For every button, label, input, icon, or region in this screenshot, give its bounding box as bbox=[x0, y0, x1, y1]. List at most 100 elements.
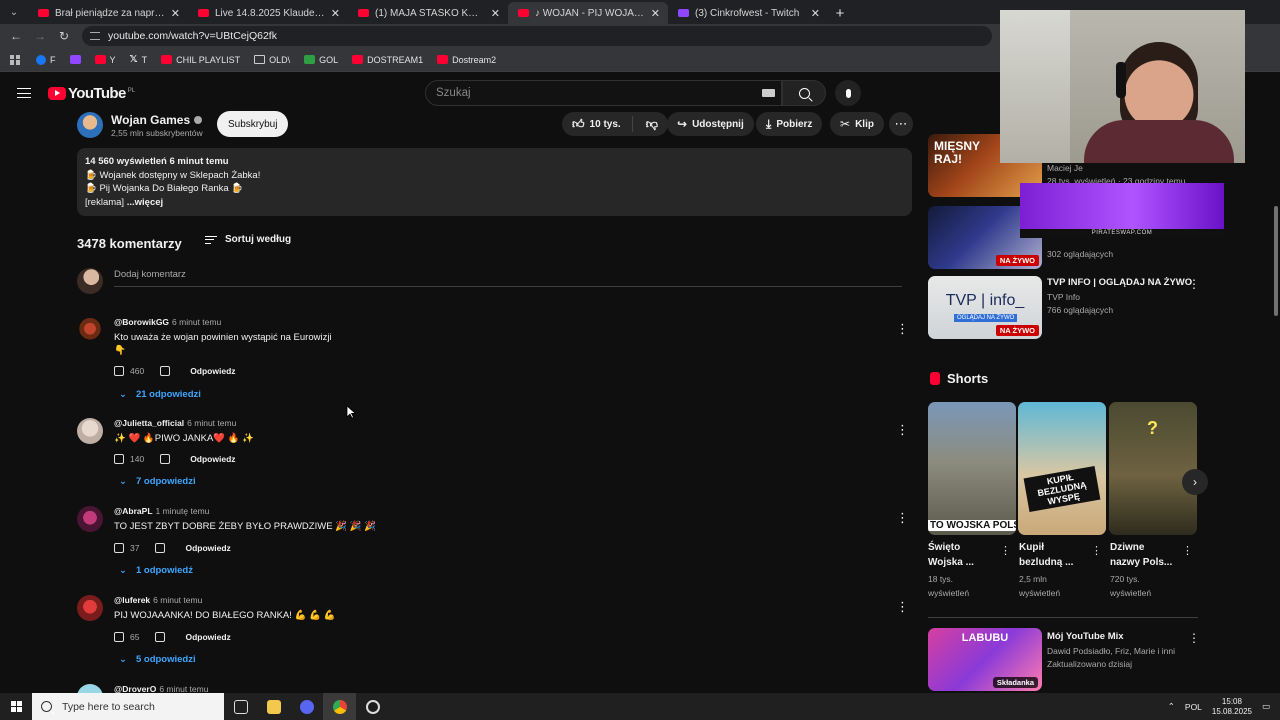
reply-button[interactable]: Odpowiedz bbox=[185, 543, 230, 553]
commenter-avatar[interactable] bbox=[77, 418, 103, 444]
bookmark-item[interactable]: CHIL PLAYLIST bbox=[161, 55, 240, 65]
bookmark-item[interactable]: DOSTREAM1 bbox=[352, 55, 423, 65]
video-menu-icon[interactable]: ⋮ bbox=[1188, 631, 1200, 645]
sort-button[interactable]: Sortuj według bbox=[205, 234, 291, 245]
like-comment-icon[interactable] bbox=[114, 632, 124, 642]
like-comment-icon[interactable] bbox=[114, 454, 124, 464]
language-indicator[interactable]: POL bbox=[1185, 702, 1202, 712]
comment-menu-icon[interactable]: ⋮ bbox=[896, 599, 909, 615]
short-thumbnail[interactable]: KUPIŁ BEZLUDNĄ WYSPĘ bbox=[1018, 402, 1106, 535]
commenter-avatar[interactable] bbox=[77, 317, 103, 343]
comment-time[interactable]: 6 minut temu bbox=[153, 595, 202, 605]
apps-grid-icon[interactable] bbox=[10, 54, 20, 65]
site-info-icon[interactable] bbox=[90, 32, 100, 40]
comment-time[interactable]: 6 minut temu bbox=[187, 418, 236, 428]
short-menu-icon[interactable]: ⋮ bbox=[1182, 544, 1193, 557]
mix-thumbnail[interactable]: LABUBU Składanka bbox=[928, 628, 1042, 691]
back-arrow-icon[interactable]: ← bbox=[4, 29, 28, 43]
related-video-channel[interactable]: TVP Info bbox=[1047, 292, 1080, 302]
scrollbar-thumb[interactable] bbox=[1274, 206, 1278, 316]
commenter-handle[interactable]: @luferek bbox=[114, 595, 150, 605]
browser-tab[interactable]: (1) MAJA STAŚKO KONTRA NA ✕ bbox=[348, 2, 508, 24]
commenter-handle[interactable]: @Julietta_official bbox=[114, 418, 184, 428]
show-more-link[interactable]: ...więcej bbox=[127, 197, 163, 208]
reload-icon[interactable]: ↻ bbox=[52, 29, 76, 43]
search-input[interactable]: Szukaj bbox=[425, 80, 782, 106]
related-video-title[interactable]: TVP INFO | OGLĄDAJ NA ŻYWO bbox=[1047, 277, 1192, 288]
short-title[interactable]: Święto Wojska ... bbox=[928, 541, 974, 570]
view-replies-button[interactable]: ⌄ 5 odpowiedzi bbox=[119, 654, 196, 665]
chevron-up-icon[interactable]: ⌃ bbox=[1168, 701, 1175, 712]
commenter-handle[interactable]: @DroverO bbox=[114, 684, 156, 693]
comment-time[interactable]: 6 minut temu bbox=[172, 317, 221, 327]
reply-button[interactable]: Odpowiedz bbox=[185, 632, 230, 642]
short-title[interactable]: Kupił bezludną ... bbox=[1019, 541, 1073, 570]
forward-arrow-icon[interactable]: → bbox=[28, 29, 52, 43]
short-thumbnail[interactable]: ? bbox=[1109, 402, 1197, 535]
bookmark-item[interactable]: 𝕏T bbox=[130, 54, 148, 65]
channel-avatar[interactable] bbox=[77, 112, 103, 138]
short-menu-icon[interactable]: ⋮ bbox=[1000, 544, 1011, 557]
like-comment-icon[interactable] bbox=[114, 543, 124, 553]
youtube-logo[interactable]: YouTube PL bbox=[48, 85, 135, 102]
like-count[interactable]: 10 tys. bbox=[590, 119, 621, 130]
short-menu-icon[interactable]: ⋮ bbox=[1091, 544, 1102, 557]
like-comment-icon[interactable] bbox=[114, 366, 124, 376]
keyboard-icon[interactable] bbox=[762, 89, 775, 97]
new-tab-button[interactable]: + bbox=[828, 2, 852, 24]
app-button[interactable] bbox=[290, 693, 323, 720]
tab-search-icon[interactable]: ⌄ bbox=[0, 0, 28, 24]
dislike-comment-icon[interactable] bbox=[155, 543, 166, 553]
more-actions-icon[interactable]: ⋯ bbox=[889, 112, 913, 136]
video-menu-icon[interactable]: ⋮ bbox=[1188, 277, 1200, 291]
bookmark-item[interactable] bbox=[69, 55, 81, 64]
close-tab-icon[interactable]: ✕ bbox=[811, 7, 820, 20]
menu-icon[interactable] bbox=[17, 88, 31, 98]
related-video-channel[interactable]: Maciej Je bbox=[1047, 163, 1083, 173]
subscribe-button[interactable]: Subskrybuj bbox=[217, 111, 289, 137]
obs-button[interactable] bbox=[356, 693, 389, 720]
comment-menu-icon[interactable]: ⋮ bbox=[896, 422, 909, 438]
channel-name[interactable]: Wojan Games bbox=[111, 113, 203, 127]
commenter-avatar[interactable] bbox=[77, 506, 103, 532]
add-comment-input[interactable]: Dodaj komentarz bbox=[114, 269, 902, 287]
search-button[interactable] bbox=[782, 80, 826, 106]
view-replies-button[interactable]: ⌄ 7 odpowiedzi bbox=[119, 476, 196, 487]
reply-button[interactable]: Odpowiedz bbox=[190, 454, 235, 464]
share-button[interactable]: ↪ Udostępnij bbox=[667, 112, 754, 136]
close-tab-icon[interactable]: ✕ bbox=[651, 7, 660, 20]
dislike-comment-icon[interactable] bbox=[160, 366, 171, 376]
browser-tab[interactable]: (3) Cinkrofwest - Twitch ✕ bbox=[668, 2, 828, 24]
clock[interactable]: 15:08 15.08.2025 bbox=[1212, 697, 1252, 717]
browser-tab[interactable]: Live 14.8.2025 Klaudeliza wkurza ✕ bbox=[188, 2, 348, 24]
taskbar-search-input[interactable]: Type here to search bbox=[32, 693, 224, 720]
commenter-avatar[interactable] bbox=[77, 595, 103, 621]
bookmark-item[interactable]: F bbox=[36, 54, 56, 65]
bookmark-item[interactable]: GOL bbox=[304, 55, 338, 65]
short-title[interactable]: Dziwne nazwy Pols... bbox=[1110, 541, 1172, 570]
view-replies-button[interactable]: ⌄ 1 odpowiedź bbox=[119, 565, 193, 576]
start-button[interactable] bbox=[0, 693, 32, 720]
browser-tab-active[interactable]: ♪ WOJAN - PIJ WOJANKA DO B ✕ bbox=[508, 2, 668, 24]
bookmark-item[interactable]: Y bbox=[94, 55, 116, 65]
url-field[interactable]: youtube.com/watch?v=UBtCejQ62fk bbox=[82, 26, 992, 46]
browser-tab[interactable]: Brał pieniądze za naprawę auta ✕ bbox=[28, 2, 188, 24]
next-arrow-button[interactable]: › bbox=[1182, 469, 1208, 495]
commenter-handle[interactable]: @BorowikGG bbox=[114, 317, 169, 327]
related-video-thumbnail[interactable]: TVP | info_ OGLĄDAJ NA ŻYWO NA ŻYWO bbox=[928, 276, 1042, 339]
commenter-avatar[interactable] bbox=[77, 684, 103, 693]
close-tab-icon[interactable]: ✕ bbox=[331, 7, 340, 20]
view-replies-button[interactable]: ⌄ 21 odpowiedzi bbox=[119, 389, 201, 400]
clip-button[interactable]: ✂ Klip bbox=[830, 112, 884, 136]
thumbs-down-icon[interactable]: 👎︎ bbox=[646, 117, 658, 132]
notifications-icon[interactable]: ▭ bbox=[1262, 701, 1270, 712]
comment-menu-icon[interactable]: ⋮ bbox=[896, 510, 909, 526]
comment-time[interactable]: 6 minut temu bbox=[159, 684, 208, 693]
thumbs-up-icon[interactable]: 👍︎ bbox=[572, 117, 585, 132]
voice-search-button[interactable] bbox=[835, 80, 861, 106]
chrome-button[interactable] bbox=[323, 693, 356, 720]
comment-menu-icon[interactable]: ⋮ bbox=[896, 321, 909, 337]
page-scrollbar[interactable] bbox=[1271, 56, 1280, 693]
video-description[interactable]: 14 560 wyświetleń 6 minut temu 🍺 Wojanek… bbox=[77, 148, 912, 216]
task-view-button[interactable] bbox=[224, 693, 257, 720]
